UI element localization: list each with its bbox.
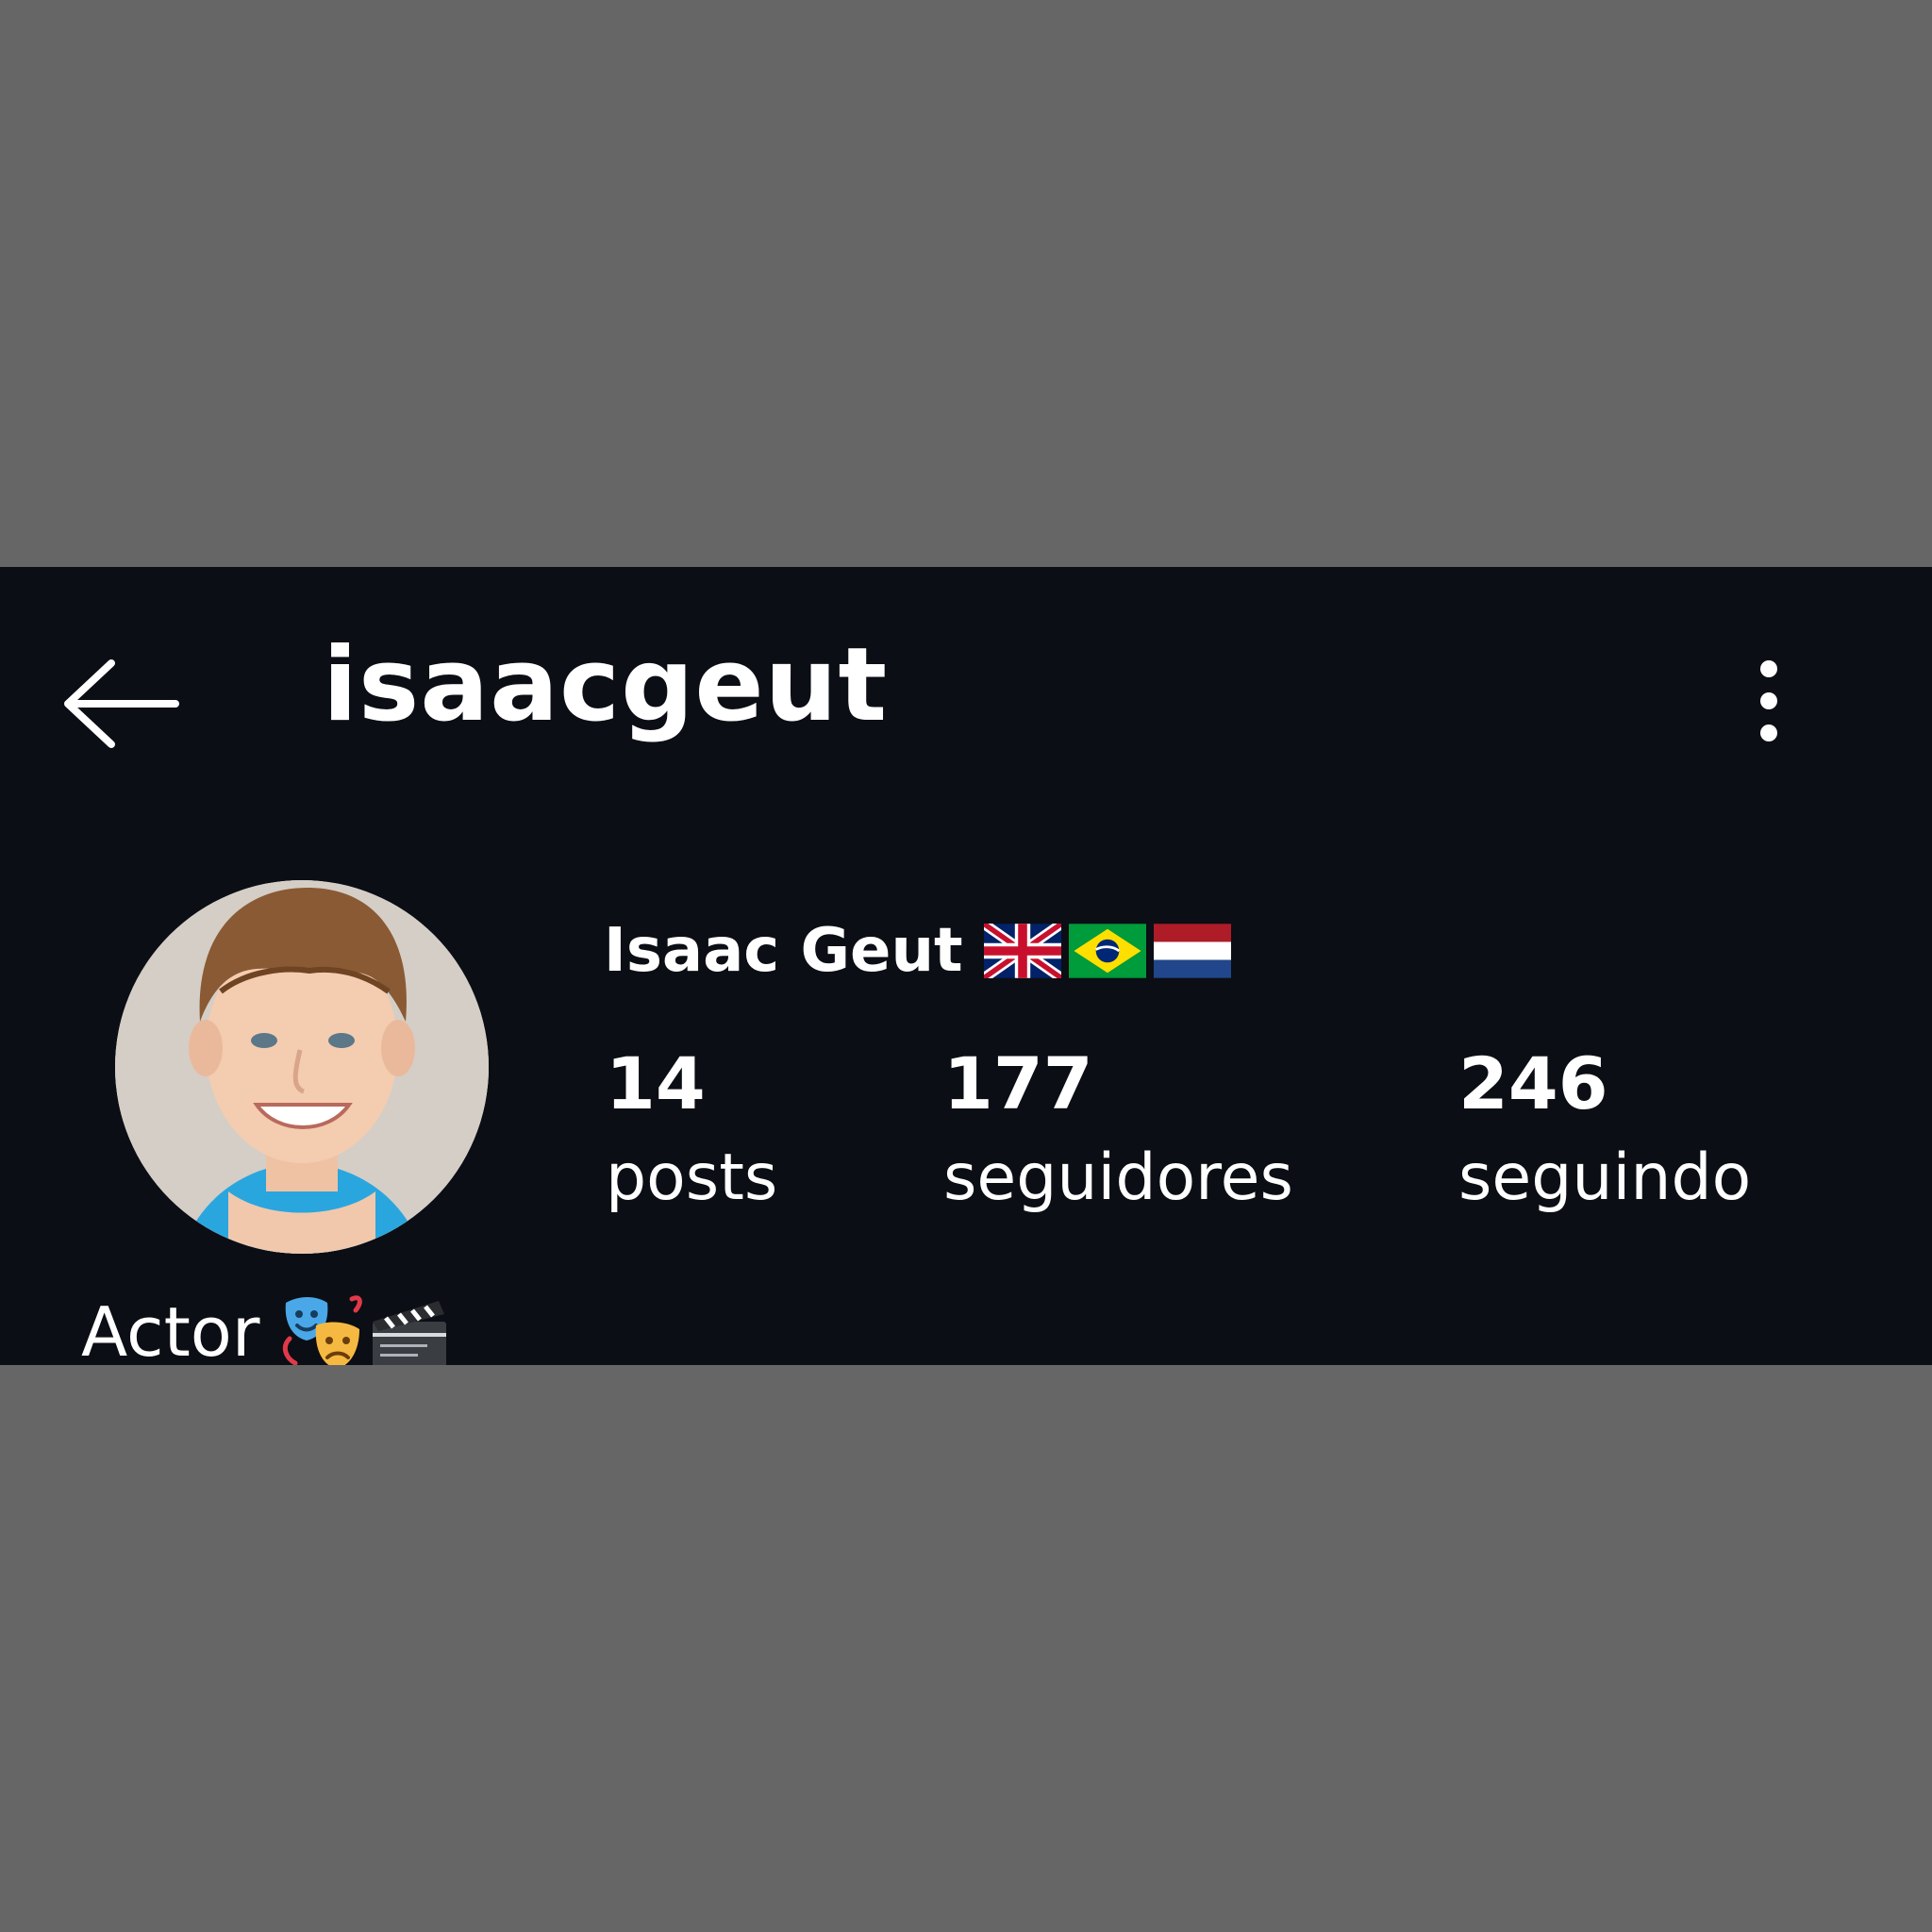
posts-count: 14 — [606, 1041, 706, 1125]
bio-emoji-group — [280, 1293, 450, 1365]
followers-label: seguidores — [943, 1141, 1293, 1215]
screenshot-stage: isaacgeut Isaac Geut 14 posts 177 seguid… — [0, 0, 1932, 1932]
united-kingdom-flag — [983, 924, 1061, 978]
bio-text: Actor — [81, 1292, 260, 1365]
following-count: 246 — [1458, 1041, 1608, 1125]
page-title-username: isaacgeut — [323, 626, 889, 744]
profile-display-name: Isaac Geut — [604, 921, 1231, 981]
profile-bio: Actor — [81, 1293, 450, 1365]
display-name-text: Isaac Geut — [604, 916, 963, 986]
profile-photo — [115, 880, 489, 1254]
brazil-flag — [1068, 924, 1146, 978]
posts-label: posts — [606, 1141, 778, 1215]
clapper-board-icon — [373, 1301, 447, 1365]
back-button[interactable] — [55, 652, 187, 756]
followers-count: 177 — [943, 1041, 1093, 1125]
performing-arts-icon — [283, 1295, 363, 1365]
posts-stat[interactable]: 14 posts — [606, 1048, 777, 1210]
netherlands-flag — [1153, 924, 1231, 978]
arrow-left-icon — [64, 659, 179, 748]
more-vertical-icon — [1760, 660, 1777, 741]
following-label: seguindo — [1458, 1141, 1752, 1215]
flag-group — [983, 924, 1231, 978]
more-options-button[interactable] — [1736, 658, 1802, 752]
following-stat[interactable]: 246 seguindo — [1458, 1048, 1751, 1210]
profile-header-panel: isaacgeut Isaac Geut 14 posts 177 seguid… — [0, 567, 1932, 1365]
followers-stat[interactable]: 177 seguidores — [943, 1048, 1293, 1210]
avatar[interactable] — [115, 880, 489, 1254]
